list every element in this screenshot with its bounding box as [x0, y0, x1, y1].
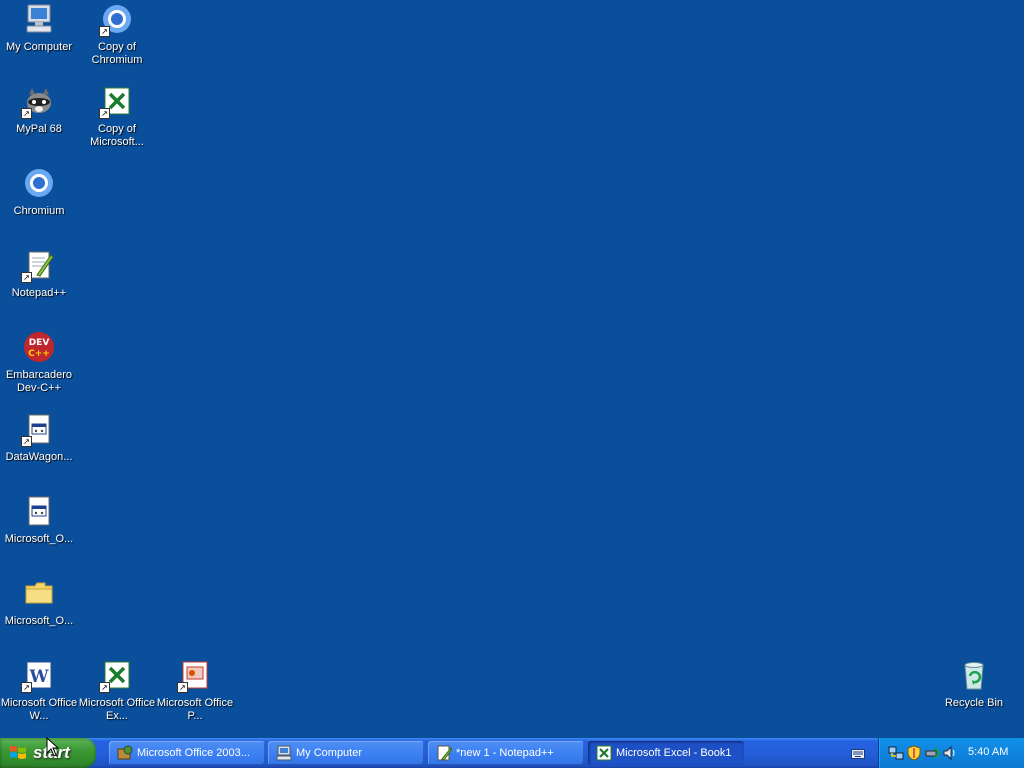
svg-text:DEV: DEV	[29, 338, 50, 348]
desktop-icon-mypal[interactable]: ↗ MyPal 68	[0, 85, 78, 136]
desktop-icon-label: Microsoft Office P...	[156, 697, 234, 722]
desktop-icon-label: MyPal 68	[16, 123, 62, 135]
notepadpp-icon	[436, 745, 453, 761]
shortcut-arrow-icon: ↗	[99, 26, 110, 37]
svg-text:C++: C++	[28, 349, 50, 359]
shortcut-arrow-icon: ↗	[99, 682, 110, 693]
desktop-icon-label: Microsoft_O...	[4, 533, 74, 545]
taskbar-button-label: Microsoft Excel - Book1	[616, 747, 732, 759]
taskbar-button-my-computer[interactable]: My Computer	[268, 741, 424, 765]
taskbar-button-notepadpp[interactable]: *new 1 - Notepad++	[428, 741, 584, 765]
desktop-icon-label: DataWagon...	[5, 451, 73, 463]
desktop-icon-label: Copy of Chromium	[91, 41, 143, 66]
taskbar-button-label: Microsoft Office 2003...	[137, 747, 250, 759]
excel-icon: ↗	[99, 659, 133, 693]
desktop-icon-label: Notepad++	[11, 287, 67, 299]
desktop-icon-microsoft-o-folder[interactable]: Microsoft_O...	[0, 577, 78, 628]
desktop-icon-label: My Computer	[5, 41, 73, 53]
shortcut-arrow-icon: ↗	[21, 436, 32, 447]
desktop-icon-label: Microsoft Office Ex...	[78, 697, 156, 722]
desktop-icon-label: Microsoft_O...	[4, 615, 74, 627]
desktop-icon-my-computer[interactable]: My Computer	[0, 3, 78, 54]
desktop-icon-label: Microsoft Office W...	[0, 697, 78, 722]
desktop-icon-label: Recycle Bin	[944, 697, 1004, 709]
excel-icon: ↗	[99, 85, 133, 119]
desktop-icon-copy-of-chromium[interactable]: ↗ Copy of Chromium	[78, 3, 156, 67]
executable-icon: ↗	[21, 413, 55, 447]
shortcut-arrow-icon: ↗	[21, 272, 32, 283]
executable-icon	[23, 495, 55, 527]
taskbar-button-office-setup[interactable]: Microsoft Office 2003...	[109, 741, 265, 765]
taskbar-button-label: *new 1 - Notepad++	[456, 747, 554, 759]
mouse-cursor-icon	[46, 736, 60, 757]
desktop-icon-label: Embarcadero Dev-C++	[5, 369, 73, 394]
system-tray: 5:40 AM	[878, 738, 1024, 768]
taskbar-button-label: My Computer	[296, 747, 363, 759]
desktop[interactable]: My Computer ↗ Copy of Chromium ↗ MyPal 6…	[0, 0, 1024, 738]
excel-icon	[596, 745, 612, 761]
chromium-icon	[23, 167, 55, 199]
desktop-icon-label: Chromium	[13, 205, 65, 217]
desktop-icon-recycle-bin[interactable]: Recycle Bin	[935, 659, 1013, 710]
desktop-icon-datawagon[interactable]: ↗ DataWagon...	[0, 413, 78, 464]
chromium-icon: ↗	[99, 3, 133, 37]
word-icon: W ↗	[21, 659, 55, 693]
desktop-icon-ms-word[interactable]: W ↗ Microsoft Office W...	[0, 659, 78, 723]
desktop-icon-label: Copy of Microsoft...	[90, 123, 144, 148]
security-shield-icon[interactable]	[906, 745, 922, 761]
recycle-bin-icon	[958, 659, 990, 691]
setup-icon	[117, 745, 133, 761]
desktop-icon-ms-powerpoint[interactable]: ↗ Microsoft Office P...	[156, 659, 234, 723]
taskbar: start Microsoft Office 2003... My Comput…	[0, 738, 1024, 768]
shortcut-arrow-icon: ↗	[177, 682, 188, 693]
safely-remove-icon[interactable]	[924, 745, 941, 761]
my-computer-icon	[23, 3, 55, 35]
desktop-icon-chromium[interactable]: Chromium	[0, 167, 78, 218]
taskbar-button-excel[interactable]: Microsoft Excel - Book1	[588, 741, 744, 765]
my-computer-icon	[276, 745, 292, 761]
shortcut-arrow-icon: ↗	[21, 108, 32, 119]
raccoon-icon: ↗	[21, 85, 55, 119]
notepadpp-icon: ↗	[21, 249, 55, 283]
devcpp-icon: DEV C++	[23, 331, 55, 363]
desktop-icon-copy-of-microsoft[interactable]: ↗ Copy of Microsoft...	[78, 85, 156, 149]
desktop-icon-microsoft-o-file[interactable]: Microsoft_O...	[0, 495, 78, 546]
shortcut-arrow-icon: ↗	[21, 682, 32, 693]
clock[interactable]: 5:40 AM	[968, 746, 1008, 758]
desktop-icon-devcpp[interactable]: DEV C++ Embarcadero Dev-C++	[0, 331, 78, 395]
network-icon[interactable]	[888, 745, 904, 761]
desktop-icon-ms-excel[interactable]: ↗ Microsoft Office Ex...	[78, 659, 156, 723]
powerpoint-icon: ↗	[177, 659, 211, 693]
keyboard-icon[interactable]	[851, 747, 865, 759]
volume-icon[interactable]	[942, 745, 958, 761]
shortcut-arrow-icon: ↗	[99, 108, 110, 119]
windows-logo-icon	[9, 745, 27, 761]
desktop-icon-notepadpp[interactable]: ↗ Notepad++	[0, 249, 78, 300]
folder-icon	[23, 577, 55, 609]
